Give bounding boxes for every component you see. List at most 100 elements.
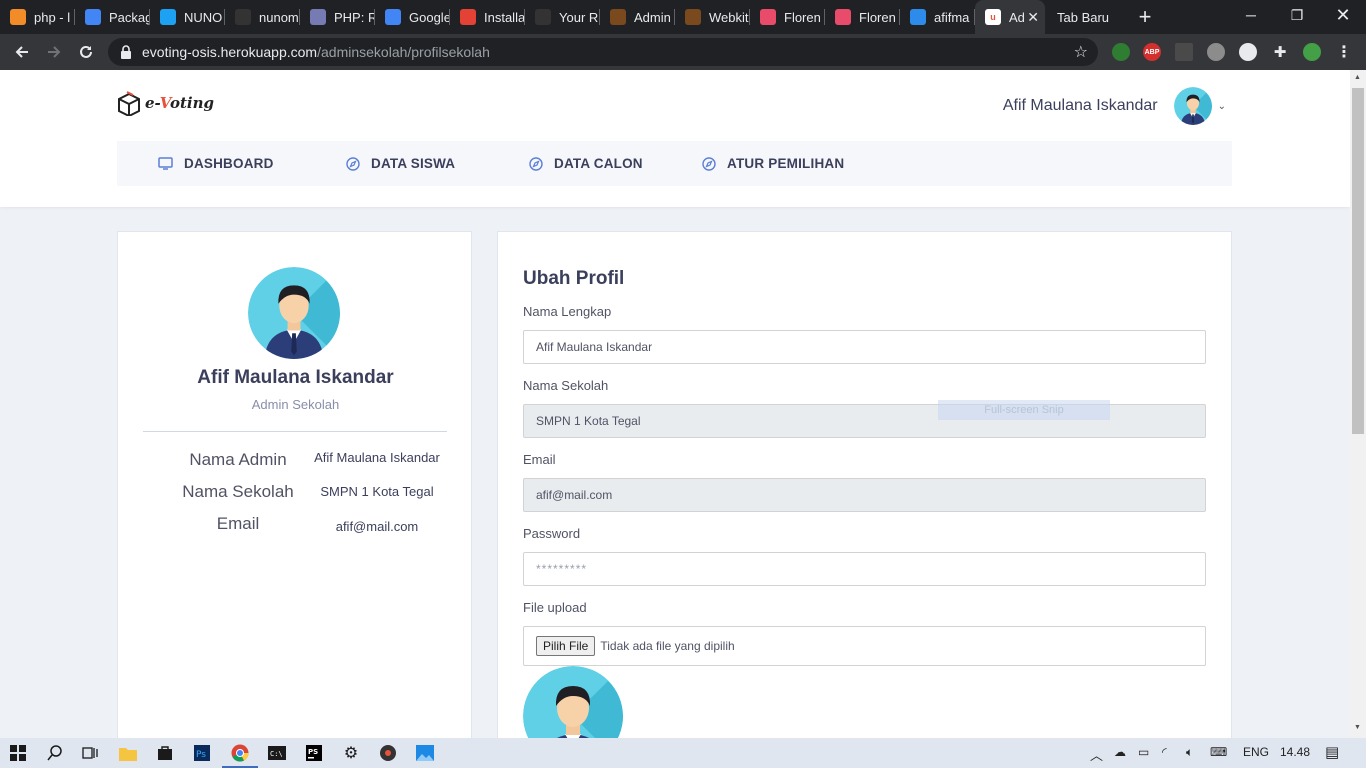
user-menu[interactable]: Afif Maulana Iskandar ⌄	[1003, 87, 1226, 125]
info-value-nama-admin: Afif Maulana Iskandar	[314, 450, 440, 465]
browser-tab[interactable]: nunom	[225, 0, 300, 34]
reload-icon	[80, 45, 92, 58]
nav-item-atur-pemilihan[interactable]: ATUR PEMILIHAN	[702, 141, 844, 186]
nav-item-data-siswa[interactable]: DATA SISWA	[346, 141, 455, 186]
page-scrollbar[interactable]: ▲ ▼	[1350, 70, 1366, 738]
browser-tab[interactable]: PHP: R	[300, 0, 375, 34]
browser-tab[interactable]: php - l	[0, 0, 75, 34]
clock[interactable]: 14.48	[1280, 745, 1310, 759]
nav-item-dashboard[interactable]: DASHBOARD	[158, 141, 274, 186]
bookmark-star-icon[interactable]: ☆	[1074, 42, 1088, 62]
scroll-up-arrow-icon[interactable]: ▲	[1354, 74, 1361, 81]
browser-tab[interactable]: Packag	[75, 0, 150, 34]
tab-title: Floren	[859, 9, 896, 25]
nama-lengkap-input[interactable]	[523, 330, 1206, 364]
new-tab-button[interactable]: +	[1125, 0, 1165, 34]
tray-chevron-up-icon[interactable]: ︿	[1090, 745, 1103, 764]
windows-start-icon[interactable]	[6, 741, 30, 765]
profile-role: Admin Sekolah	[251, 397, 340, 412]
evoting-logo[interactable]: e-Voting	[117, 90, 214, 116]
tab-favicon-icon	[385, 9, 401, 25]
extension-google-translate-icon[interactable]	[1112, 43, 1130, 61]
browser-tab[interactable]: Installa	[450, 0, 525, 34]
task-view-icon[interactable]	[78, 741, 102, 765]
onedrive-cloud-icon[interactable]: ☁	[1114, 745, 1126, 759]
file-upload-field[interactable]: Pilih File Tidak ada file yang dipilih	[523, 626, 1206, 666]
phpstorm-icon[interactable]: PS	[302, 741, 326, 765]
volume-icon[interactable]: 🔈︎	[1186, 745, 1193, 760]
close-window-button[interactable]: ✕	[1320, 0, 1366, 30]
file-explorer-icon[interactable]	[116, 741, 140, 765]
scroll-down-arrow-icon[interactable]: ▼	[1354, 724, 1361, 731]
browser-tab[interactable]: Google	[375, 0, 450, 34]
reload-button[interactable]	[74, 40, 98, 64]
tab-new-tab[interactable]: Tab Baru	[1045, 0, 1125, 34]
minimize-button[interactable]: ─	[1228, 0, 1274, 30]
browser-tab[interactable]: Floren	[750, 0, 825, 34]
photos-icon[interactable]	[413, 741, 437, 765]
tab-title: afifma	[934, 9, 970, 25]
nav-item-data-calon[interactable]: DATA CALON	[529, 141, 643, 186]
tab-title: Floren	[784, 9, 821, 25]
address-bar[interactable]: evoting-osis.herokuapp.com/adminsekolah/…	[108, 38, 1098, 66]
store-icon[interactable]	[153, 741, 177, 765]
terminal-icon[interactable]: C:\	[265, 741, 289, 765]
browser-menu-icon[interactable]: ⋮	[1335, 43, 1353, 61]
chrome-icon[interactable]	[222, 741, 258, 768]
browser-tab[interactable]: Webkit	[675, 0, 750, 34]
url-text: evoting-osis.herokuapp.com/adminsekolah/…	[142, 44, 490, 60]
browser-tab[interactable]: Admin	[600, 0, 675, 34]
back-button[interactable]	[10, 40, 34, 64]
tab-title: Your R	[559, 9, 599, 25]
main-navbar: DASHBOARD DATA SISWA DATA CALON ATUR PEM…	[117, 141, 1232, 186]
snip-overlay: Full-screen Snip	[938, 400, 1110, 420]
photoshop-icon[interactable]: Ps	[190, 741, 214, 765]
tab-favicon-icon	[835, 9, 851, 25]
settings-gear-icon[interactable]: ⚙	[339, 741, 363, 765]
arrow-right-icon	[48, 46, 61, 58]
extension-adblock-icon[interactable]: ABP	[1143, 43, 1161, 61]
close-tab-icon[interactable]: ✕	[1027, 9, 1039, 26]
browser-tab[interactable]: Your R	[525, 0, 600, 34]
nav-item-label: DASHBOARD	[184, 156, 274, 171]
forward-button[interactable]	[42, 40, 66, 64]
extension-dark-mode-icon[interactable]	[1239, 43, 1257, 61]
extension-panel-icon[interactable]	[1175, 43, 1193, 61]
label-file-upload: File upload	[523, 600, 587, 615]
extensions-puzzle-icon[interactable]: ✚	[1271, 43, 1289, 61]
form-title: Ubah Profil	[523, 268, 625, 289]
battery-icon[interactable]: ▭	[1138, 745, 1149, 759]
user-avatar[interactable]	[1173, 87, 1212, 125]
language-indicator[interactable]: ENG	[1243, 745, 1269, 759]
browser-tab[interactable]: afifma	[900, 0, 975, 34]
browser-tab[interactable]: Floren	[825, 0, 900, 34]
edit-profile-card: Ubah Profil Nama Lengkap Nama Sekolah Em…	[497, 231, 1232, 738]
scrollbar-thumb[interactable]	[1352, 88, 1364, 434]
tab-title: Packag	[109, 9, 149, 25]
monitor-icon	[158, 157, 173, 170]
compass-icon	[346, 156, 360, 171]
info-value-nama-sekolah: SMPN 1 Kota Tegal	[320, 484, 434, 499]
keyboard-icon[interactable]: ⌨	[1210, 745, 1227, 759]
search-icon[interactable]	[43, 741, 67, 765]
label-email: Email	[523, 452, 556, 467]
chevron-down-icon[interactable]: ⌄	[1218, 101, 1226, 112]
wifi-icon[interactable]: ◜	[1162, 745, 1167, 759]
tab-favicon-icon	[310, 9, 326, 25]
tab-active[interactable]: u Ad ✕	[975, 0, 1045, 34]
file-status: Tidak ada file yang dipilih	[600, 639, 735, 653]
notification-center-icon[interactable]: ▤	[1325, 743, 1339, 761]
extension-globe-icon[interactable]	[1207, 43, 1225, 61]
profile-avatar-icon[interactable]	[1303, 43, 1321, 61]
choose-file-button[interactable]: Pilih File	[536, 636, 596, 656]
svg-text:Ps: Ps	[196, 750, 206, 760]
profile-card: Afif Maulana Iskandar Admin Sekolah Nama…	[117, 231, 472, 738]
info-key-nama-admin: Nama Admin	[189, 450, 287, 469]
app-header: e-Voting Afif Maulana Iskandar ⌄ DASHBOA…	[0, 70, 1350, 207]
tab-favicon-icon: u	[985, 9, 1001, 25]
password-input[interactable]	[523, 552, 1206, 586]
restore-button[interactable]: ❐	[1274, 0, 1320, 30]
nav-item-label: DATA CALON	[554, 156, 643, 171]
browser-tab[interactable]: NUNO	[150, 0, 225, 34]
media-player-icon[interactable]	[376, 741, 400, 765]
